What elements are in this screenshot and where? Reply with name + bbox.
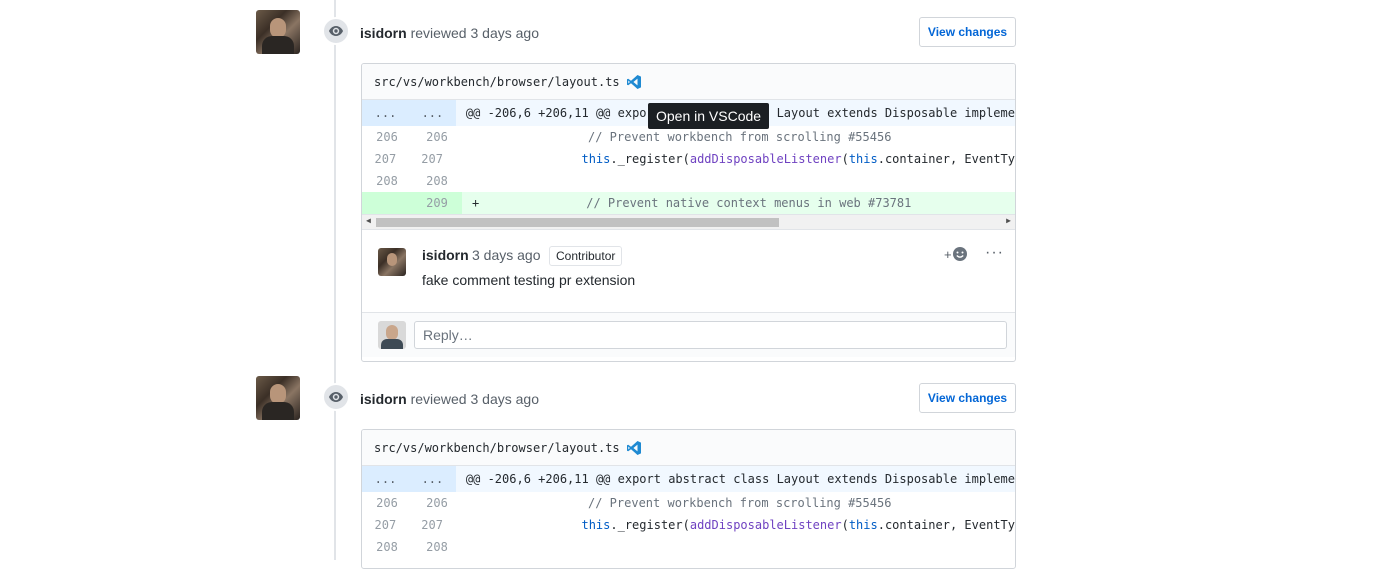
file-header: src/vs/workbench/browser/layout.ts	[362, 64, 1015, 100]
review-file-box: src/vs/workbench/browser/layout.ts ... .…	[361, 429, 1016, 569]
kebab-icon[interactable]: ···	[985, 244, 1004, 262]
scroll-left-icon[interactable]: ◀	[366, 216, 371, 225]
event-time[interactable]: 3 days ago	[470, 391, 539, 407]
comment-author[interactable]: isidorn	[422, 247, 469, 263]
new-line-number[interactable]: 207	[409, 148, 456, 170]
diff-prefix: +	[472, 196, 480, 210]
diff-line: 206 206 // Prevent workbench from scroll…	[362, 126, 1015, 148]
hunk-marker-new: ...	[408, 466, 456, 492]
comment-time[interactable]: 3 days ago	[472, 247, 541, 263]
add-reaction-button[interactable]: +	[944, 246, 968, 262]
event-summary: isidorn reviewed 3 days ago	[360, 391, 539, 407]
plus-label: +	[944, 246, 952, 262]
hunk-header: @@ -206,6 +206,11 @@ export abstract cla…	[465, 472, 1015, 486]
review-comment: isidorn 3 days ago Contributor fake comm…	[362, 229, 1015, 312]
diff-line: 207 207 this._register(addDisposableList…	[362, 148, 1015, 170]
diff-table: ... ... @@ -206,6 +206,11 @@ export abst…	[362, 466, 1015, 558]
event-time[interactable]: 3 days ago	[470, 25, 539, 41]
diff-line-added: 209 + // Prevent native context menus in…	[362, 192, 1015, 214]
old-line-number[interactable]: 206	[362, 126, 412, 148]
old-line-number[interactable]	[362, 192, 412, 214]
event-summary: isidorn reviewed 3 days ago	[360, 25, 539, 41]
comment-avatar[interactable]	[378, 248, 406, 276]
old-line-number[interactable]: 208	[362, 170, 412, 192]
comment-body: fake comment testing pr extension	[422, 272, 636, 288]
new-line-number[interactable]: 208	[412, 536, 462, 558]
hunk-marker-old: ...	[362, 466, 409, 492]
code-text: this._register(addDisposableListener(thi…	[581, 152, 1015, 166]
old-line-number[interactable]: 207	[362, 148, 409, 170]
new-line-number[interactable]: 208	[412, 170, 462, 192]
code-text: // Prevent workbench from scrolling #554…	[588, 496, 892, 510]
scroll-right-icon[interactable]: ▶	[1006, 216, 1011, 225]
vscode-icon[interactable]	[626, 74, 642, 90]
hunk-marker-new: ...	[408, 100, 456, 126]
code-text: // Prevent workbench from scrolling #554…	[588, 130, 892, 144]
diff-line: 206 206 // Prevent workbench from scroll…	[362, 492, 1015, 514]
open-in-vscode-tooltip: Open in VSCode	[648, 103, 770, 129]
horizontal-scrollbar[interactable]: ◀ ▶	[362, 214, 1015, 229]
smiley-icon	[952, 247, 967, 261]
file-path[interactable]: src/vs/workbench/browser/layout.ts	[374, 75, 620, 89]
contributor-badge: Contributor	[549, 246, 623, 266]
avatar[interactable]	[256, 376, 300, 420]
new-line-number[interactable]: 206	[412, 492, 462, 514]
file-path[interactable]: src/vs/workbench/browser/layout.ts	[374, 441, 620, 455]
eye-icon	[322, 383, 350, 411]
old-line-number[interactable]: 208	[362, 536, 412, 558]
event-action: reviewed	[410, 25, 467, 41]
new-line-number[interactable]: 207	[409, 514, 456, 536]
diff-line: 208 208	[362, 170, 1015, 192]
event-user[interactable]: isidorn	[360, 25, 407, 41]
hunk-row: ... ... @@ -206,6 +206,11 @@ export abst…	[362, 466, 1015, 492]
old-line-number[interactable]: 207	[362, 514, 409, 536]
eye-icon	[322, 17, 350, 45]
hunk-marker-old: ...	[362, 100, 409, 126]
new-line-number[interactable]: 206	[412, 126, 462, 148]
code-text: // Prevent native context menus in web #…	[586, 196, 912, 210]
current-user-avatar	[378, 321, 406, 349]
view-changes-button[interactable]: View changes	[919, 17, 1016, 47]
vscode-icon[interactable]	[626, 440, 642, 456]
view-changes-button[interactable]: View changes	[919, 383, 1016, 413]
event-action: reviewed	[410, 391, 467, 407]
old-line-number[interactable]: 206	[362, 492, 412, 514]
reply-area	[362, 312, 1015, 357]
new-line-number[interactable]: 209	[412, 192, 462, 214]
file-header: src/vs/workbench/browser/layout.ts	[362, 430, 1015, 466]
avatar[interactable]	[256, 10, 300, 54]
event-user[interactable]: isidorn	[360, 391, 407, 407]
diff-line: 208 208	[362, 536, 1015, 558]
scrollbar-thumb[interactable]	[376, 218, 779, 227]
code-text: this._register(addDisposableListener(thi…	[581, 518, 1015, 532]
diff-line: 207 207 this._register(addDisposableList…	[362, 514, 1015, 536]
reply-input[interactable]	[414, 321, 1007, 349]
timeline-line	[334, 0, 336, 560]
